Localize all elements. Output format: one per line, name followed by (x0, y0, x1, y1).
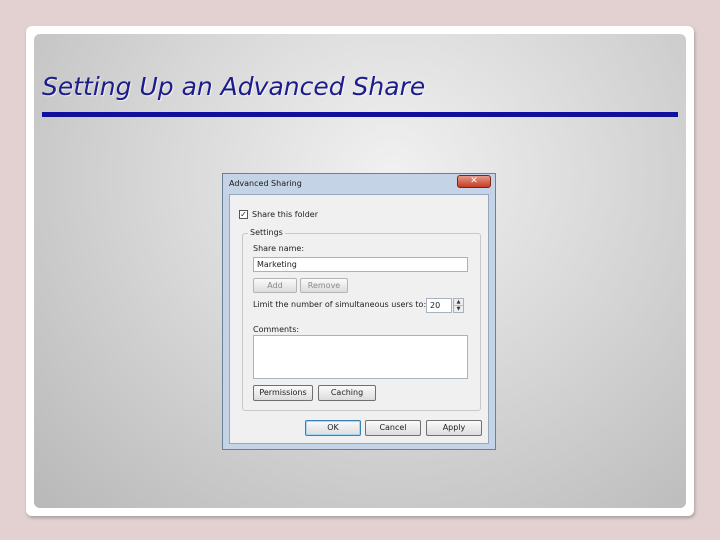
close-button[interactable]: ✕ (457, 175, 491, 188)
user-limit-stepper[interactable]: ▲ ▼ (453, 298, 464, 313)
spin-down-icon[interactable]: ▼ (454, 306, 463, 312)
dialog-client-area: ✓ Share this folder Settings Share name:… (229, 194, 489, 444)
close-icon: ✕ (470, 176, 478, 186)
apply-button[interactable]: Apply (426, 420, 482, 436)
add-button[interactable]: Add (253, 278, 297, 293)
remove-button[interactable]: Remove (300, 278, 348, 293)
slide-title: Setting Up an Advanced Share (42, 72, 426, 101)
ok-button[interactable]: OK (305, 420, 361, 436)
spin-up-icon[interactable]: ▲ (454, 299, 463, 306)
settings-groupbox: Settings Share name: Marketing Add Remov… (242, 228, 481, 411)
user-limit-input[interactable]: 20 (426, 298, 452, 313)
settings-legend: Settings (248, 228, 285, 237)
share-this-folder-checkbox[interactable]: ✓ (239, 210, 248, 219)
comments-label: Comments: (253, 325, 300, 334)
title-rule (42, 112, 678, 117)
checkmark-icon: ✓ (240, 210, 247, 219)
share-this-folder-label: Share this folder (252, 210, 318, 219)
share-name-input[interactable]: Marketing (253, 257, 468, 272)
dialog-titlebar[interactable]: Advanced Sharing ✕ (223, 174, 495, 194)
permissions-button[interactable]: Permissions (253, 385, 313, 401)
cancel-button[interactable]: Cancel (365, 420, 421, 436)
comments-textarea[interactable] (253, 335, 468, 379)
limit-users-label: Limit the number of simultaneous users t… (253, 300, 427, 309)
advanced-sharing-dialog: Advanced Sharing ✕ ✓ Share this folder S… (222, 173, 496, 450)
caching-button[interactable]: Caching (318, 385, 376, 401)
share-name-label: Share name: (253, 244, 305, 253)
dialog-title: Advanced Sharing (229, 179, 302, 188)
